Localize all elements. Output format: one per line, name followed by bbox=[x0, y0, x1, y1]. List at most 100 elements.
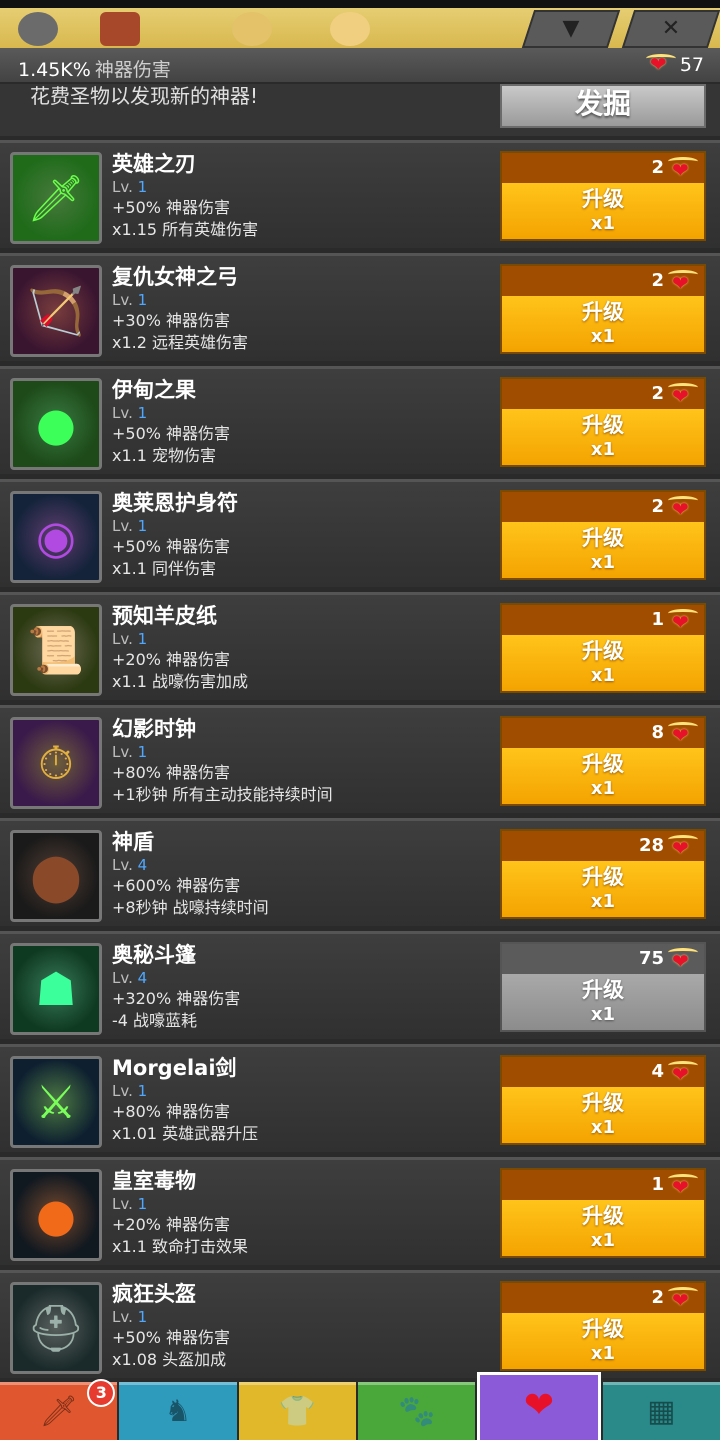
crossed-swords-icon[interactable] bbox=[100, 12, 140, 46]
artifact-effect-secondary: x1.15 所有英雄伤害 bbox=[112, 220, 259, 239]
artifact-level-value: 4 bbox=[137, 969, 148, 987]
nav-tab-artifacts[interactable]: ❤ bbox=[477, 1372, 601, 1440]
upgrade-cost-value: 75 bbox=[638, 948, 664, 969]
upgrade-multiplier: x1 bbox=[590, 439, 616, 460]
upgrade-label: 升级 bbox=[582, 752, 624, 776]
artifact-row: ◉ 奥莱恩护身符 Lv. 1 +50% 神器伤害 x1.1 同伴伤害 2 升级 … bbox=[0, 479, 720, 587]
relic-count: 57 bbox=[679, 54, 704, 76]
artifact-name: 预知羊皮纸 bbox=[112, 604, 217, 628]
orb-icon[interactable] bbox=[330, 12, 370, 46]
artifact-row: ⚔ Morgelai剑 Lv. 1 +80% 神器伤害 x1.01 英雄武器升压… bbox=[0, 1044, 720, 1152]
upgrade-button[interactable]: 2 升级 x1 bbox=[500, 377, 706, 467]
artifact-name: 奥莱恩护身符 bbox=[112, 491, 238, 515]
upgrade-button[interactable]: 75 升级 x1 bbox=[500, 942, 706, 1032]
upgrade-button[interactable]: 28 升级 x1 bbox=[500, 829, 706, 919]
nav-tab-pets[interactable]: 🐾 bbox=[357, 1382, 476, 1440]
artifact-level-prefix: Lv. bbox=[112, 856, 133, 874]
orb-icon[interactable] bbox=[232, 12, 272, 46]
winged-heart-icon bbox=[668, 833, 698, 863]
artifact-info: 奥莱恩护身符 Lv. 1 +50% 神器伤害 x1.1 同伴伤害 bbox=[112, 490, 492, 580]
upgrade-button[interactable]: 1 升级 x1 bbox=[500, 603, 706, 693]
artifact-name: Morgelai剑 bbox=[112, 1056, 237, 1080]
artifact-level-value: 4 bbox=[137, 856, 148, 874]
upgrade-cost-value: 28 bbox=[638, 835, 664, 856]
artifact-level-prefix: Lv. bbox=[112, 404, 133, 422]
upgrade-cost: 4 bbox=[502, 1057, 704, 1089]
artifact-row: ⛑ 疯狂头盔 Lv. 1 +50% 神器伤害 x1.08 头盔加成 2 升级 x… bbox=[0, 1270, 720, 1378]
artifact-level-value: 1 bbox=[137, 1082, 148, 1100]
nav-tab-heroes[interactable]: ♞ bbox=[119, 1382, 237, 1440]
winged-heart-icon bbox=[668, 494, 698, 524]
artifact-thumbnail: ⏱ bbox=[10, 717, 102, 809]
artifact-name: 幻影时钟 bbox=[112, 717, 196, 741]
artifact-row: ⏱ 幻影时钟 Lv. 1 +80% 神器伤害 +1秒钟 所有主动技能持续时间 8… bbox=[0, 705, 720, 813]
artifact-effect-secondary: x1.01 英雄武器升压 bbox=[112, 1124, 259, 1143]
artifact-effect-secondary: -4 战嚎蓝耗 bbox=[112, 1011, 198, 1030]
upgrade-cost: 2 bbox=[502, 266, 704, 298]
artifact-level-prefix: Lv. bbox=[112, 517, 133, 535]
artifact-level: Lv. 1 bbox=[112, 403, 492, 423]
upgrade-button-body: 升级 x1 bbox=[502, 635, 704, 691]
shirt-icon: 👕 bbox=[278, 1394, 316, 1429]
upgrade-label: 升级 bbox=[582, 413, 624, 437]
upgrade-cost-value: 1 bbox=[651, 1174, 664, 1195]
artifact-info: 预知羊皮纸 Lv. 1 +20% 神器伤害 x1.1 战嚎伤害加成 bbox=[112, 603, 492, 693]
winged-heart-icon bbox=[668, 268, 698, 298]
artifact-name: 英雄之刃 bbox=[112, 152, 196, 176]
bottom-nav: 🗡 3 ♞ 👕 🐾 ❤ ▦ bbox=[0, 1372, 720, 1440]
artifact-effect-primary: +80% 神器伤害 bbox=[112, 1102, 231, 1121]
nav-tab-sword[interactable]: 🗡 3 bbox=[0, 1379, 118, 1440]
artifact-thumbnail: ⚔ bbox=[10, 1056, 102, 1148]
upgrade-button[interactable]: 2 升级 x1 bbox=[500, 264, 706, 354]
upgrade-cost: 2 bbox=[502, 492, 704, 524]
artifact-effect-primary: +600% 神器伤害 bbox=[112, 876, 241, 895]
artifact-effect-secondary: x1.1 致命打击效果 bbox=[112, 1237, 249, 1256]
upgrade-button-body: 升级 x1 bbox=[502, 974, 704, 1030]
cloak-icon: ☗ bbox=[35, 962, 77, 1016]
artifact-level: Lv. 1 bbox=[112, 516, 492, 536]
upgrade-button-body: 升级 x1 bbox=[502, 409, 704, 465]
upgrade-button[interactable]: 8 升级 x1 bbox=[500, 716, 706, 806]
amulet-icon: ◉ bbox=[35, 510, 77, 564]
artifact-level-value: 1 bbox=[137, 404, 148, 422]
artifact-header: 1.45K%神器伤害 57 bbox=[0, 48, 720, 84]
artifact-info: 奥秘斗篷 Lv. 4 +320% 神器伤害 -4 战嚎蓝耗 bbox=[112, 942, 492, 1032]
fruit-icon: ● bbox=[35, 397, 77, 451]
nav-tab-shop[interactable]: ▦ bbox=[602, 1382, 720, 1440]
nav-tab-equipment[interactable]: 👕 bbox=[238, 1382, 356, 1440]
upgrade-button[interactable]: 4 升级 x1 bbox=[500, 1055, 706, 1145]
dig-button[interactable]: 发掘 bbox=[500, 84, 706, 128]
upgrade-label: 升级 bbox=[582, 1317, 624, 1341]
artifact-row: ⬤ 神盾 Lv. 4 +600% 神器伤害 +8秒钟 战嚎持续时间 28 升级 … bbox=[0, 818, 720, 926]
artifact-level-value: 1 bbox=[137, 1308, 148, 1326]
upgrade-button[interactable]: 1 升级 x1 bbox=[500, 1168, 706, 1258]
upgrade-label: 升级 bbox=[582, 1204, 624, 1228]
artifact-level: Lv. 1 bbox=[112, 1081, 492, 1101]
upgrade-label: 升级 bbox=[582, 526, 624, 550]
winged-heart-icon bbox=[645, 52, 676, 76]
close-icon: ✕ bbox=[661, 16, 681, 41]
dropdown-tab[interactable]: ▼ bbox=[521, 10, 621, 48]
upgrade-button[interactable]: 2 升级 x1 bbox=[500, 1281, 706, 1371]
upgrade-cost: 2 bbox=[502, 379, 704, 411]
close-tab[interactable]: ✕ bbox=[621, 10, 720, 48]
artifact-level: Lv. 1 bbox=[112, 629, 492, 649]
artifact-thumbnail: ● bbox=[10, 378, 102, 470]
artifact-effect-primary: +50% 神器伤害 bbox=[112, 537, 231, 556]
artifact-info: 疯狂头盔 Lv. 1 +50% 神器伤害 x1.08 头盔加成 bbox=[112, 1281, 492, 1371]
gear-icon[interactable] bbox=[18, 12, 58, 46]
artifact-effect-secondary: x1.2 远程英雄伤害 bbox=[112, 333, 249, 352]
artifact-name: 复仇女神之弓 bbox=[112, 265, 238, 289]
status-strip bbox=[0, 0, 720, 8]
upgrade-button-body: 升级 x1 bbox=[502, 183, 704, 239]
upgrade-cost: 1 bbox=[502, 1170, 704, 1202]
upgrade-multiplier: x1 bbox=[590, 778, 616, 799]
artifact-level-value: 1 bbox=[137, 1195, 148, 1213]
helmet-icon: ⛑ bbox=[26, 1301, 86, 1355]
winged-heart-icon bbox=[668, 607, 698, 637]
upgrade-cost-value: 8 bbox=[651, 722, 664, 743]
upgrade-button[interactable]: 2 升级 x1 bbox=[500, 490, 706, 580]
upgrade-button[interactable]: 2 升级 x1 bbox=[500, 151, 706, 241]
artifact-level: Lv. 1 bbox=[112, 742, 492, 762]
artifact-effect-secondary: x1.08 头盔加成 bbox=[112, 1350, 227, 1369]
